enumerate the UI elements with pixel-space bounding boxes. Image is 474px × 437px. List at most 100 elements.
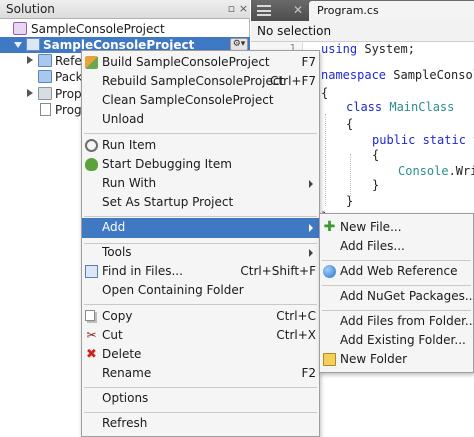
code-line: Console.Wri: [398, 164, 474, 178]
menu-item-label: New Folder: [340, 352, 408, 366]
menu-item-label: Add Files from Folder...: [340, 314, 474, 328]
menu-item-copy[interactable]: Copy Ctrl+C: [82, 307, 319, 327]
tab-close-icon[interactable]: ✕: [291, 3, 305, 17]
menu-item-start-debugging[interactable]: Start Debugging Item: [82, 155, 319, 175]
submenu-arrow-icon: [309, 249, 313, 257]
menu-item-clean[interactable]: Clean SampleConsoleProject: [82, 91, 319, 111]
context-menu: Build SampleConsoleProject F7 Rebuild Sa…: [81, 50, 320, 437]
menu-item-label: Add Files...: [340, 239, 405, 253]
submenu-item-existing-folder[interactable]: Add Existing Folder...: [320, 331, 473, 351]
submenu-item-nuget[interactable]: Add NuGet Packages...: [320, 287, 474, 307]
menu-item-label: Cut: [102, 328, 123, 342]
menu-item-unload[interactable]: Unload: [82, 110, 319, 130]
code-token: using: [321, 42, 358, 56]
menu-item-label: Find in Files...: [102, 264, 183, 278]
menu-item-label: Refresh: [102, 416, 148, 430]
tree-row-solution[interactable]: SampleConsoleProject: [0, 21, 250, 37]
tab-strip: ✕ Program.cs: [251, 0, 474, 21]
submenu-item-new-file[interactable]: ✚ New File...: [320, 218, 473, 238]
code-token: class: [346, 100, 383, 114]
menu-item-label: Run Item: [102, 138, 157, 152]
menu-separator: [84, 216, 317, 217]
menu-item-label: Add NuGet Packages...: [340, 289, 474, 303]
menu-item-shortcut: Ctrl+F7: [270, 74, 316, 88]
menu-item-rename[interactable]: Rename F2: [82, 364, 319, 384]
run-icon: [85, 139, 98, 152]
folder-icon: [38, 87, 52, 100]
code-token: namespace: [321, 68, 387, 82]
code-token: SampleConsole: [393, 68, 474, 82]
code-token: public static: [372, 133, 466, 147]
menu-item-label: Add Web Reference: [340, 264, 458, 278]
submenu-item-web-reference[interactable]: Add Web Reference: [320, 262, 473, 282]
build-icon: [85, 56, 98, 69]
indent-guide: [350, 154, 351, 196]
menu-item-open-folder[interactable]: Open Containing Folder: [82, 281, 319, 301]
code-line: using System;: [321, 42, 415, 56]
solution-pad-title: Solution: [6, 2, 55, 16]
menu-item-rebuild[interactable]: Rebuild SampleConsoleProject Ctrl+F7: [82, 72, 319, 92]
menu-item-label: Start Debugging Item: [102, 157, 232, 171]
debug-icon: [85, 158, 98, 171]
menu-item-label: Add: [102, 220, 126, 234]
menu-item-label: Unload: [102, 112, 145, 126]
menu-item-tools[interactable]: Tools: [82, 243, 319, 263]
menu-item-label: Build SampleConsoleProject: [102, 55, 270, 69]
submenu-item-new-folder[interactable]: New Folder: [320, 350, 473, 370]
menu-item-label: New File...: [340, 220, 402, 234]
menu-item-shortcut: Ctrl+C: [276, 309, 316, 323]
submenu-arrow-icon: [309, 180, 313, 188]
menu-item-options[interactable]: Options: [82, 389, 319, 409]
menu-separator: [322, 260, 471, 261]
solution-icon: [13, 22, 27, 35]
expand-arrow-icon[interactable]: [27, 56, 33, 64]
menu-item-cut[interactable]: ✂ Cut Ctrl+X: [82, 326, 319, 346]
menu-item-label: Set As Startup Project: [102, 195, 234, 209]
menu-item-delete[interactable]: ✖ Delete: [82, 345, 319, 365]
menu-item-label: Delete: [102, 347, 142, 361]
add-submenu: ✚ New File... Add Files... Add Web Refer…: [319, 213, 474, 373]
menu-item-shortcut: Ctrl+Shift+F: [240, 264, 316, 278]
menu-item-set-startup[interactable]: Set As Startup Project: [82, 193, 319, 213]
submenu-item-add-files[interactable]: Add Files...: [320, 237, 473, 257]
menu-item-label: Clean SampleConsoleProject: [102, 93, 274, 107]
menu-item-label: Copy: [102, 309, 133, 323]
indent-guide: [325, 114, 326, 206]
menu-item-label: Rename: [102, 366, 152, 380]
menu-item-label: Run With: [102, 176, 157, 190]
menu-item-refresh[interactable]: Refresh: [82, 414, 319, 434]
code-line: }: [372, 178, 380, 192]
packages-folder-icon: [38, 70, 52, 83]
solution-pad-header: Solution ▫ ×: [0, 0, 250, 19]
find-icon: [85, 265, 98, 278]
code-token: System;: [357, 42, 415, 56]
expand-arrow-icon[interactable]: [27, 89, 33, 97]
menu-item-label: Tools: [102, 245, 132, 259]
code-line: {: [346, 117, 354, 131]
menu-item-find-in-files[interactable]: Find in Files... Ctrl+Shift+F: [82, 262, 319, 282]
file-icon: [40, 103, 51, 116]
tab-menu-icon[interactable]: [257, 5, 271, 16]
new-file-icon: ✚: [323, 219, 336, 235]
menu-separator: [84, 304, 317, 305]
navigation-bar[interactable]: No selection: [251, 21, 474, 42]
menu-item-run-with[interactable]: Run With: [82, 174, 319, 194]
copy-icon: [85, 310, 95, 321]
expand-arrow-icon[interactable]: [14, 42, 22, 48]
menu-item-shortcut: F7: [301, 55, 316, 69]
menu-item-shortcut: F2: [301, 366, 316, 380]
menu-item-add[interactable]: Add: [82, 218, 319, 238]
code-token: MainClass: [382, 100, 455, 114]
cut-icon: ✂: [86, 328, 97, 342]
menu-item-label: Open Containing Folder: [102, 283, 244, 297]
close-icon[interactable]: ×: [237, 2, 250, 15]
new-folder-icon: [323, 353, 336, 366]
menu-item-build[interactable]: Build SampleConsoleProject F7: [82, 53, 319, 73]
code-line: {: [372, 148, 380, 162]
menu-item-run-item[interactable]: Run Item: [82, 136, 319, 156]
tab-program-cs[interactable]: Program.cs: [309, 1, 474, 21]
submenu-item-files-from-folder[interactable]: Add Files from Folder...: [320, 312, 474, 332]
solution-label: SampleConsoleProject: [31, 22, 165, 36]
menu-item-label: Rebuild SampleConsoleProject: [102, 74, 285, 88]
submenu-arrow-icon: [309, 224, 313, 232]
